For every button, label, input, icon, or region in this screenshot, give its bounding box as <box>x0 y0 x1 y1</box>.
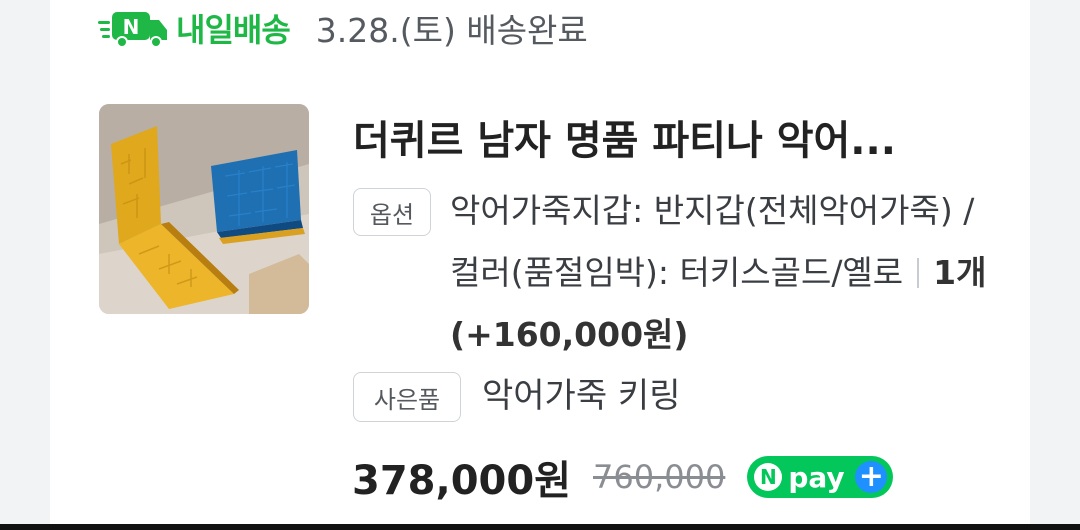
truck-icon: N <box>98 12 167 48</box>
gift-tag: 사은품 <box>353 372 461 422</box>
gift-text: 악어가죽 키링 <box>482 376 681 416</box>
price-row: 378,000원 760,000 N pay + <box>352 448 894 506</box>
option-divider <box>917 258 920 288</box>
delivery-row: N 내일배송 3.28.(토) 배송완료 <box>98 6 588 50</box>
bottom-bar <box>0 524 1080 530</box>
delivery-status: 3.28.(토) 배송완료 <box>315 11 588 50</box>
product-title[interactable]: 더퀴르 남자 명품 파티나 악어... <box>353 108 1013 166</box>
npay-n-icon: N <box>754 463 783 491</box>
original-price: 760,000 <box>593 458 726 496</box>
option-description: 악어가죽지갑: 반지갑(전체악어가죽) / 컬러(품절임박): 터키스골드/옐로… <box>450 180 990 366</box>
delivery-badge: 내일배송 <box>176 11 291 49</box>
sale-price: 378,000원 <box>352 458 571 504</box>
product-thumbnail[interactable] <box>99 104 309 314</box>
truck-icon-letter: N <box>123 15 140 39</box>
plus-icon: + <box>855 461 888 493</box>
option-text: 악어가죽지갑: 반지갑(전체악어가죽) / 컬러(품절임박): 터키스골드/옐로 <box>450 191 975 292</box>
npay-label: pay <box>788 460 845 494</box>
npay-plus-badge: N pay + <box>747 456 894 498</box>
wallet-image <box>99 104 309 314</box>
order-item-card: N 내일배송 3.28.(토) 배송완료 더퀴르 남자 명품 파티나 악어...… <box>50 0 1030 530</box>
option-tag: 옵션 <box>353 188 431 236</box>
